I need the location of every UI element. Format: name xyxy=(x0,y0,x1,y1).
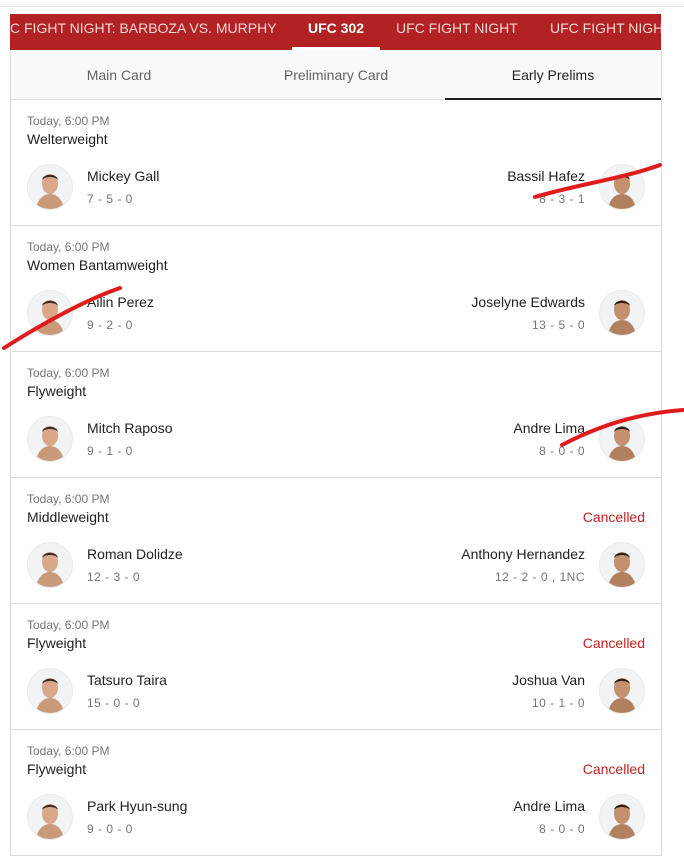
fighter-avatar xyxy=(599,164,645,210)
fighter-record: 13 - 5 - 0 xyxy=(531,318,585,332)
fighter-headshot-icon xyxy=(28,795,72,839)
fighter-avatar xyxy=(27,164,73,210)
tab-preliminary-card[interactable]: Preliminary Card xyxy=(228,50,444,99)
fighter-name[interactable]: Andre Lima xyxy=(513,798,585,814)
fighter-headshot-icon xyxy=(28,291,72,335)
fighter-avatar xyxy=(599,542,645,588)
fight-card-panel: Main Card Preliminary Card Early Prelims… xyxy=(10,50,662,856)
fighter-name[interactable]: Joshua Van xyxy=(512,672,585,688)
fight-status: Cancelled xyxy=(582,635,645,651)
fighter-record: 8 - 0 - 0 xyxy=(539,822,585,836)
fight-row[interactable]: Today, 6:00 PM Flyweight Cancelled Tatsu… xyxy=(11,604,661,730)
fight-time: Today, 6:00 PM xyxy=(27,492,110,506)
event-tab-ufc-302[interactable]: UFC 302 xyxy=(291,14,381,50)
browser-edge xyxy=(0,0,684,7)
fighter-avatar xyxy=(599,668,645,714)
fighter-record: 8 - 3 - 1 xyxy=(539,192,585,206)
fighter-name[interactable]: Joselyne Edwards xyxy=(471,294,585,310)
fighter-name[interactable]: Mitch Raposo xyxy=(87,420,173,436)
fight-status: Cancelled xyxy=(582,509,645,525)
fight-row[interactable]: Today, 6:00 PM Women Bantamweight Ailin … xyxy=(11,226,661,352)
event-tab-ufc-fight-night[interactable]: UFC FIGHT NIGHT xyxy=(396,14,518,50)
fighter-headshot-icon xyxy=(600,669,644,713)
tab-early-prelims[interactable]: Early Prelims xyxy=(445,50,661,100)
fighter-record: 8 - 0 - 0 xyxy=(539,444,585,458)
fighter-record: 12 - 2 - 0 , 1NC xyxy=(494,570,585,584)
card-subtabs: Main Card Preliminary Card Early Prelims xyxy=(11,50,661,100)
fight-time: Today, 6:00 PM xyxy=(27,618,110,632)
weight-class: Flyweight xyxy=(27,761,87,777)
fighter-avatar xyxy=(599,794,645,840)
fighter-name[interactable]: Anthony Hernandez xyxy=(461,546,585,562)
fighter-name[interactable]: Ailin Perez xyxy=(87,294,154,310)
fighter-headshot-icon xyxy=(28,669,72,713)
fighter-record: 9 - 2 - 0 xyxy=(87,318,133,332)
weight-class: Women Bantamweight xyxy=(27,257,168,273)
fight-time: Today, 6:00 PM xyxy=(27,240,110,254)
fight-status: Cancelled xyxy=(582,761,645,777)
fighter-avatar xyxy=(27,416,73,462)
fighter-avatar xyxy=(27,290,73,336)
fighter-avatar xyxy=(599,290,645,336)
tab-main-card[interactable]: Main Card xyxy=(11,50,227,99)
fighter-headshot-icon xyxy=(28,165,72,209)
fight-row[interactable]: Today, 6:00 PM Middleweight Cancelled Ro… xyxy=(11,478,661,604)
event-tabs-bar: C FIGHT NIGHT: BARBOZA VS. MURPHY UFC 30… xyxy=(10,14,661,50)
weight-class: Middleweight xyxy=(27,509,109,525)
fighter-name[interactable]: Andre Lima xyxy=(513,420,585,436)
fighter-record: 7 - 5 - 0 xyxy=(87,192,133,206)
fight-row[interactable]: Today, 6:00 PM Flyweight Cancelled Park … xyxy=(11,730,661,856)
fighter-name[interactable]: Park Hyun-sung xyxy=(87,798,187,814)
fighter-headshot-icon xyxy=(28,543,72,587)
fighter-avatar xyxy=(27,542,73,588)
fighter-headshot-icon xyxy=(600,543,644,587)
fighter-name[interactable]: Bassil Hafez xyxy=(507,168,585,184)
weight-class: Flyweight xyxy=(27,635,87,651)
fighter-record: 9 - 0 - 0 xyxy=(87,822,133,836)
fighter-record: 9 - 1 - 0 xyxy=(87,444,133,458)
fighter-avatar xyxy=(27,794,73,840)
fighter-headshot-icon xyxy=(600,417,644,461)
fighter-record: 10 - 1 - 0 xyxy=(531,696,585,710)
fight-row[interactable]: Today, 6:00 PM Flyweight Mitch Raposo 9 … xyxy=(11,352,661,478)
fighter-record: 15 - 0 - 0 xyxy=(87,696,141,710)
fighter-avatar xyxy=(27,668,73,714)
fight-time: Today, 6:00 PM xyxy=(27,366,110,380)
event-tab-ufc-fight-night-2[interactable]: UFC FIGHT NIGH xyxy=(550,14,661,50)
fighter-headshot-icon xyxy=(28,417,72,461)
event-tab-barboza-murphy[interactable]: C FIGHT NIGHT: BARBOZA VS. MURPHY xyxy=(10,14,277,50)
fighter-name[interactable]: Tatsuro Taira xyxy=(87,672,167,688)
fighter-avatar xyxy=(599,416,645,462)
fighter-name[interactable]: Roman Dolidze xyxy=(87,546,183,562)
weight-class: Welterweight xyxy=(27,131,108,147)
fight-row[interactable]: Today, 6:00 PM Welterweight Mickey Gall … xyxy=(11,100,661,226)
fighter-name[interactable]: Mickey Gall xyxy=(87,168,159,184)
fight-time: Today, 6:00 PM xyxy=(27,744,110,758)
fight-time: Today, 6:00 PM xyxy=(27,114,110,128)
fighter-headshot-icon xyxy=(600,165,644,209)
weight-class: Flyweight xyxy=(27,383,87,399)
fighter-headshot-icon xyxy=(600,291,644,335)
fighter-record: 12 - 3 - 0 xyxy=(87,570,141,584)
fighter-headshot-icon xyxy=(600,795,644,839)
